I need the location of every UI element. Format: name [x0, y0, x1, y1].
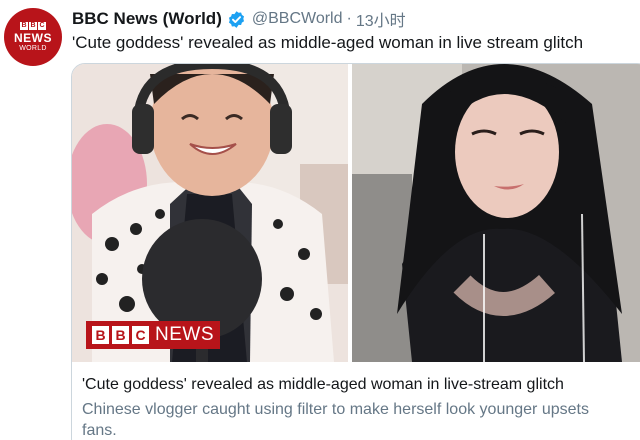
verified-badge-icon	[227, 10, 246, 29]
logo-news-text: NEWS	[155, 324, 214, 345]
display-name[interactable]: BBC News (World)	[72, 9, 222, 29]
account-handle[interactable]: @BBCWorld	[252, 10, 343, 28]
avatar-world-text: WORLD	[19, 44, 47, 52]
before-filter-photo: B B C NEWS	[72, 64, 348, 362]
after-filter-photo	[352, 64, 640, 362]
logo-block: B	[112, 326, 129, 344]
after-filter-illustration	[352, 64, 640, 362]
card-image[interactable]: B B C NEWS	[72, 64, 640, 362]
tweet-timestamp[interactable]: 13小时	[356, 7, 406, 31]
avatar-news-text: NEWS	[14, 30, 52, 45]
tweet-text: 'Cute goddess' revealed as middle-aged w…	[72, 33, 584, 52]
link-preview-card[interactable]: B B C NEWS 'Cute goddess' revealed as mi…	[71, 63, 640, 440]
before-filter-illustration	[72, 64, 348, 362]
logo-block: B	[92, 326, 109, 344]
bbc-news-logo: B B C NEWS	[86, 321, 220, 349]
separator-dot: ·	[346, 10, 352, 27]
card-title[interactable]: 'Cute goddess' revealed as middle-aged w…	[82, 376, 564, 394]
logo-block: C	[132, 326, 149, 344]
avatar-block: B	[20, 21, 28, 30]
avatar-block: C	[38, 21, 46, 30]
avatar-block: B	[29, 21, 37, 30]
tweet-header: BBC News (World) @BBCWorld · 13小时	[72, 8, 406, 30]
bbc-world-avatar[interactable]: B B C NEWS WORLD	[4, 8, 62, 66]
avatar-bbc-blocks: B B C	[20, 21, 46, 30]
card-description: Chinese vlogger caught using filter to m…	[82, 401, 589, 439]
